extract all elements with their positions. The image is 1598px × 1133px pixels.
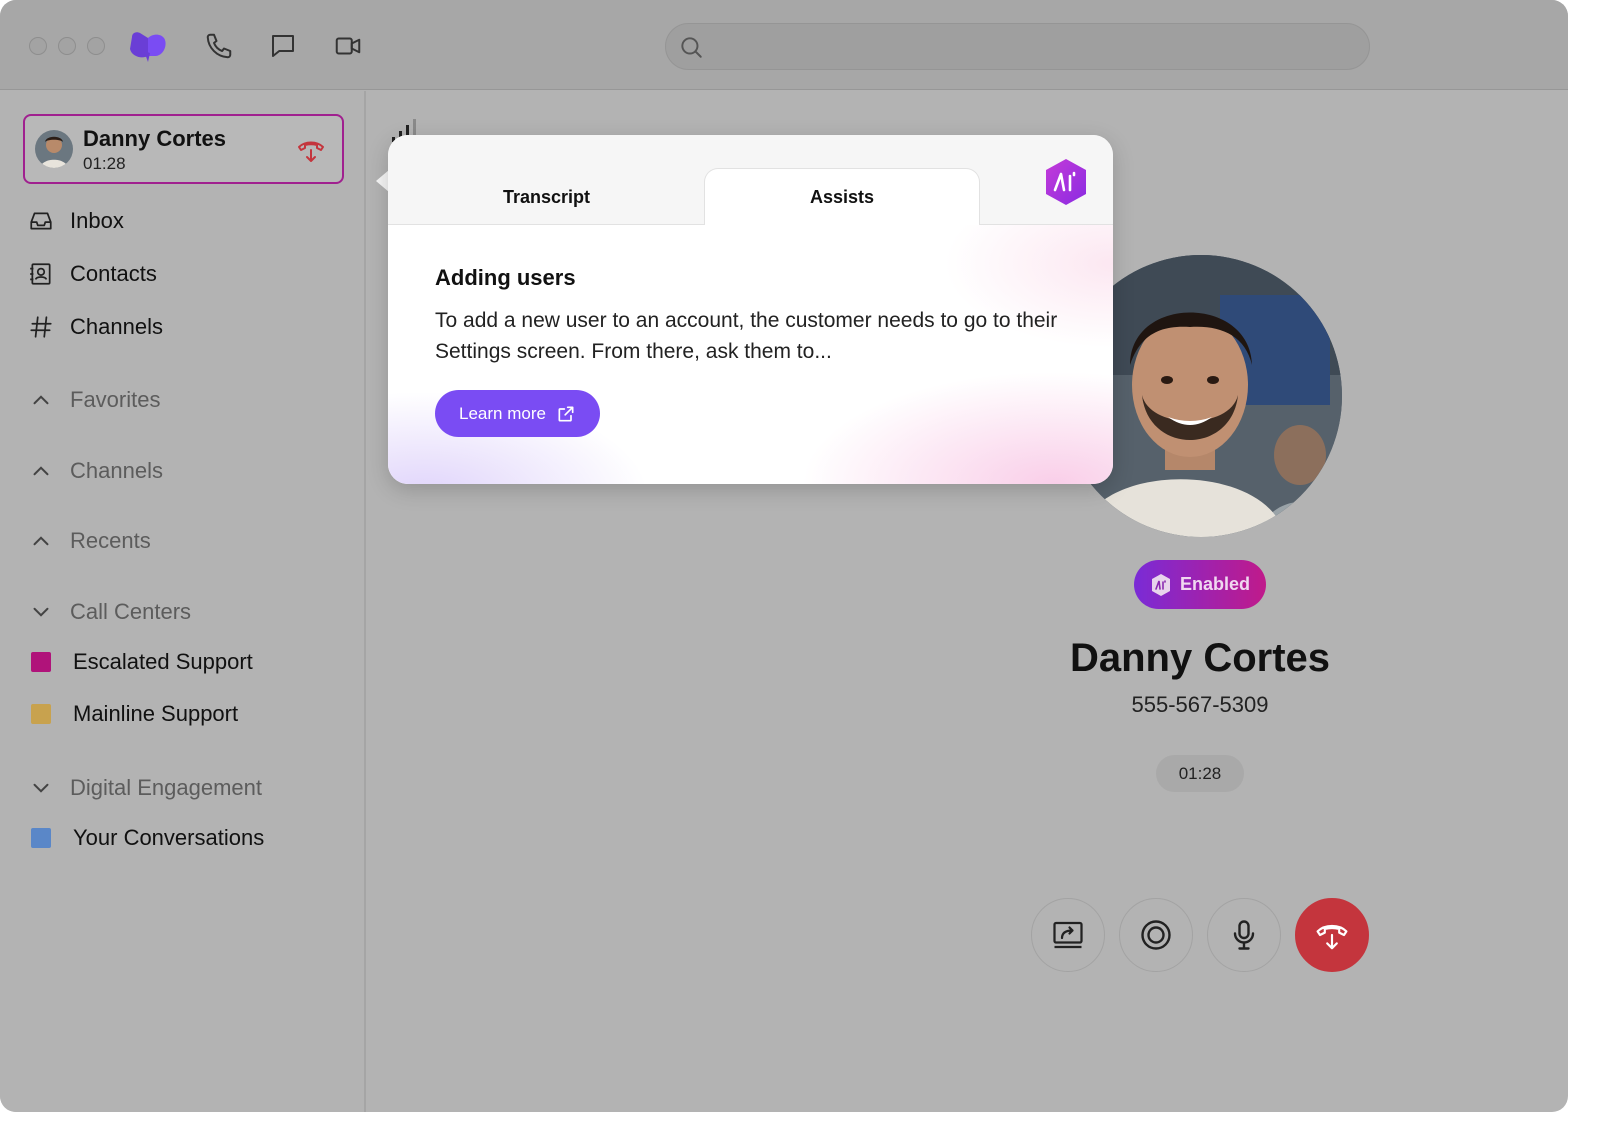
assist-text: To add a new user to an account, the cus…	[435, 309, 1058, 363]
section-label: Favorites	[70, 387, 161, 412]
section-channels[interactable]: Channels	[28, 453, 348, 489]
avatar	[35, 130, 73, 168]
section-digital-engagement[interactable]: Digital Engagement	[28, 770, 348, 806]
section-label: Channels	[70, 458, 163, 483]
contacts-icon	[30, 263, 51, 285]
assist-title: Adding users	[435, 265, 576, 290]
active-call-name: Danny Cortes	[83, 126, 227, 151]
hang-up-icon[interactable]	[296, 136, 326, 164]
chat-icon[interactable]	[268, 31, 298, 61]
sidebar-item-label: Mainline Support	[73, 701, 239, 726]
section-label: Recents	[70, 528, 151, 553]
screen-share-button[interactable]	[1031, 898, 1105, 972]
learn-more-button[interactable]: Learn more	[435, 390, 600, 437]
popover-tab-bar: Transcript Assists	[388, 135, 1113, 226]
ai-assistant-icon[interactable]	[1043, 157, 1089, 207]
sidebar-item-label: Channels	[70, 314, 163, 339]
call-timer: 01:28	[1156, 755, 1244, 792]
popover-content: Adding users To add a new user to an acc…	[388, 225, 1113, 484]
ai-status-badge: Enabled	[1134, 560, 1266, 609]
color-swatch	[31, 652, 51, 672]
app-window: Danny Cortes 01:28 Inbox Contacts Channe…	[0, 0, 1568, 1112]
title-bar	[0, 0, 1568, 90]
search-icon	[681, 37, 702, 58]
hash-icon	[30, 316, 52, 338]
video-icon[interactable]	[333, 31, 363, 61]
section-call-centers[interactable]: Call Centers	[28, 594, 348, 630]
color-swatch	[31, 828, 51, 848]
caller-name: Danny Cortes	[1069, 636, 1331, 680]
screen-share-icon	[1053, 921, 1083, 949]
chevron-up-icon	[33, 536, 49, 546]
sidebar: Danny Cortes 01:28 Inbox Contacts Channe…	[0, 91, 366, 1112]
chevron-up-icon	[33, 395, 49, 405]
sidebar-item-inbox[interactable]: Inbox	[28, 203, 348, 239]
window-zoom-button[interactable]	[87, 37, 105, 55]
color-swatch	[31, 704, 51, 724]
external-link-icon	[558, 406, 574, 421]
section-label: Digital Engagement	[70, 775, 263, 800]
search-bar[interactable]	[665, 23, 1370, 70]
hang-up-icon	[1316, 924, 1348, 950]
chevron-down-icon	[33, 607, 49, 617]
caller-phone-number: 555-567-5309	[1131, 692, 1269, 717]
section-label: Call Centers	[70, 599, 192, 624]
sidebar-item-contacts[interactable]: Contacts	[28, 256, 348, 292]
section-favorites[interactable]: Favorites	[28, 382, 348, 418]
sidebar-item-label: Your Conversations	[73, 825, 265, 850]
sidebar-item-escalated-support[interactable]: Escalated Support	[28, 644, 348, 680]
section-recents[interactable]: Recents	[28, 523, 348, 559]
sidebar-item-label: Escalated Support	[73, 649, 253, 674]
sidebar-item-mainline-support[interactable]: Mainline Support	[28, 696, 348, 732]
tab-transcript[interactable]: Transcript	[388, 169, 705, 226]
ai-status-label: Enabled	[1179, 574, 1250, 594]
learn-more-label: Learn more	[459, 403, 546, 423]
sidebar-item-channels[interactable]: Channels	[28, 309, 348, 345]
active-call-card[interactable]: Danny Cortes 01:28	[23, 114, 344, 184]
mute-button[interactable]	[1207, 898, 1281, 972]
chevron-down-icon	[33, 783, 49, 793]
assist-popover: Transcript Assists Adding users To add a…	[388, 135, 1113, 484]
tab-assists[interactable]: Assists	[704, 168, 980, 226]
inbox-icon	[30, 212, 52, 230]
record-icon	[1141, 920, 1171, 950]
ai-hexagon-icon	[1151, 573, 1170, 596]
microphone-icon	[1233, 920, 1255, 950]
chevron-up-icon	[33, 466, 49, 476]
active-call-duration: 01:28	[83, 154, 126, 173]
window-close-button[interactable]	[29, 37, 47, 55]
sidebar-item-your-conversations[interactable]: Your Conversations	[28, 820, 348, 856]
sidebar-item-label: Inbox	[70, 208, 124, 233]
search-input[interactable]	[712, 32, 1352, 62]
window-minimize-button[interactable]	[58, 37, 76, 55]
end-call-button[interactable]	[1295, 898, 1369, 972]
app-logo-icon[interactable]	[128, 29, 168, 63]
record-button[interactable]	[1119, 898, 1193, 972]
phone-icon[interactable]	[204, 31, 234, 61]
sidebar-item-label: Contacts	[70, 261, 157, 286]
